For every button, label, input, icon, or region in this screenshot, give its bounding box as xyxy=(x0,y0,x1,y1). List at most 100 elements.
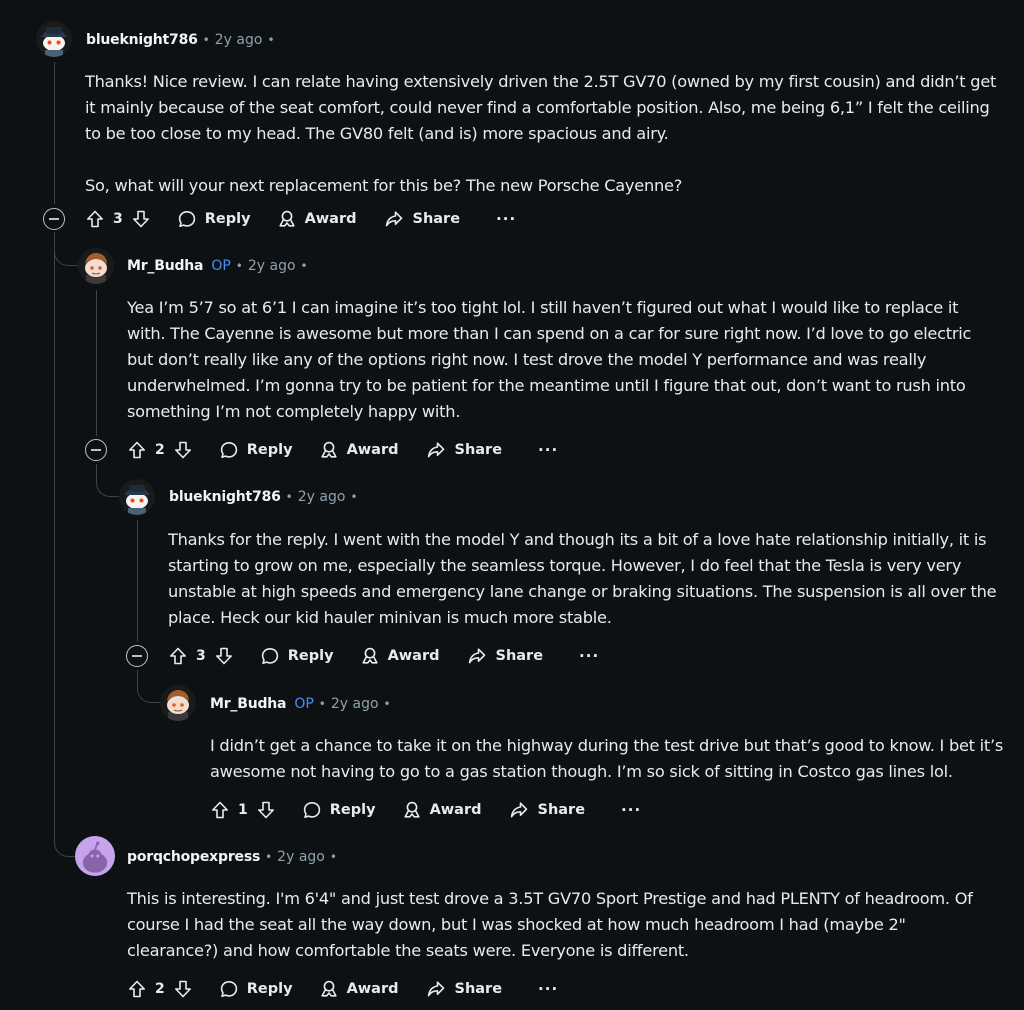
award-icon xyxy=(402,800,422,820)
collapse-icon[interactable] xyxy=(85,439,107,461)
timestamp[interactable]: 2y ago xyxy=(298,489,346,505)
upvote-icon[interactable] xyxy=(85,209,105,229)
more-options-button[interactable]: ··· xyxy=(538,980,558,998)
upvote-icon[interactable] xyxy=(168,646,188,666)
share-icon xyxy=(383,209,405,229)
share-button[interactable]: Share xyxy=(425,979,503,999)
more-options-button[interactable]: ··· xyxy=(579,647,599,665)
share-button[interactable]: Share xyxy=(425,440,503,460)
share-button[interactable]: Share xyxy=(466,646,544,666)
comment-actions: 3 Reply Award Share ··· xyxy=(43,204,516,234)
meta-separator: • xyxy=(383,697,391,711)
share-label: Share xyxy=(495,648,544,664)
upvote-icon[interactable] xyxy=(127,979,147,999)
award-button[interactable]: Award xyxy=(402,800,482,820)
reply-label: Reply xyxy=(246,981,293,997)
reply-icon xyxy=(219,979,239,999)
more-options-button[interactable]: ··· xyxy=(496,210,516,228)
downvote-icon[interactable] xyxy=(256,800,276,820)
downvote-icon[interactable] xyxy=(173,440,193,460)
share-label: Share xyxy=(537,802,586,818)
thread-line-level3-lower xyxy=(137,670,138,682)
comment-paragraph: I didn’t get a chance to take it on the … xyxy=(210,736,1004,781)
award-label: Award xyxy=(346,981,399,997)
comment-meta: blueknight786 • 2y ago • xyxy=(86,29,280,51)
avatar-icon xyxy=(78,248,114,284)
vote-group: 3 xyxy=(85,209,151,229)
vote-score: 2 xyxy=(155,981,165,997)
award-button[interactable]: Award xyxy=(319,979,399,999)
vote-group: 2 xyxy=(127,440,193,460)
avatar[interactable] xyxy=(78,248,114,284)
collapse-icon[interactable] xyxy=(126,645,148,667)
more-options-button[interactable]: ··· xyxy=(621,801,641,819)
award-button[interactable]: Award xyxy=(360,646,440,666)
vote-score: 3 xyxy=(113,211,123,227)
timestamp[interactable]: 2y ago xyxy=(331,696,379,712)
share-icon xyxy=(466,646,488,666)
vote-group: 3 xyxy=(168,646,234,666)
comment-actions: 3 Reply Award Share ··· xyxy=(126,641,599,671)
reply-icon xyxy=(177,209,197,229)
share-button[interactable]: Share xyxy=(383,209,460,229)
username[interactable]: Mr_Budha xyxy=(210,696,287,712)
reply-label: Reply xyxy=(287,648,334,664)
share-button[interactable]: Share xyxy=(508,800,586,820)
comment-paragraph: So, what will your next replacement for … xyxy=(85,176,683,195)
collapse-icon[interactable] xyxy=(43,208,65,230)
reply-button[interactable]: Reply xyxy=(260,646,334,666)
timestamp[interactable]: 2y ago xyxy=(277,849,325,865)
username[interactable]: porqchopexpress xyxy=(127,849,260,865)
timestamp[interactable]: 2y ago xyxy=(248,258,296,274)
award-label: Award xyxy=(304,211,357,227)
share-label: Share xyxy=(454,981,503,997)
vote-group: 1 xyxy=(210,800,276,820)
downvote-icon[interactable] xyxy=(173,979,193,999)
award-label: Award xyxy=(387,648,440,664)
meta-separator: • xyxy=(350,490,358,504)
downvote-icon[interactable] xyxy=(214,646,234,666)
reply-label: Reply xyxy=(204,211,251,227)
comment-actions: 2 Reply Award Share ··· xyxy=(127,974,558,1004)
timestamp[interactable]: 2y ago xyxy=(215,32,263,48)
username[interactable]: blueknight786 xyxy=(169,489,281,505)
avatar[interactable] xyxy=(119,479,155,515)
thread-branch xyxy=(54,245,79,266)
thread-line-level3 xyxy=(137,520,138,642)
reply-button[interactable]: Reply xyxy=(219,979,293,999)
reply-button[interactable]: Reply xyxy=(302,800,376,820)
avatar[interactable] xyxy=(75,836,115,876)
more-options-button[interactable]: ··· xyxy=(538,441,558,459)
vote-score: 2 xyxy=(155,442,165,458)
meta-separator: • xyxy=(235,259,243,273)
award-button[interactable]: Award xyxy=(319,440,399,460)
avatar[interactable] xyxy=(36,21,72,57)
share-icon xyxy=(508,800,530,820)
comment-body: Thanks for the reply. I went with the mo… xyxy=(168,527,1010,631)
comment-body: I didn’t get a chance to take it on the … xyxy=(210,733,1010,785)
downvote-icon[interactable] xyxy=(131,209,151,229)
reply-icon xyxy=(260,646,280,666)
avatar[interactable] xyxy=(160,685,196,721)
upvote-icon[interactable] xyxy=(127,440,147,460)
meta-separator: • xyxy=(329,850,337,864)
vote-group: 2 xyxy=(127,979,193,999)
comment-body: Yea I’m 5’7 so at 6’1 I can imagine it’s… xyxy=(127,295,997,425)
award-label: Award xyxy=(346,442,399,458)
comment-paragraph: This is interesting. I'm 6'4" and just t… xyxy=(127,889,973,960)
share-icon xyxy=(425,440,447,460)
meta-separator: • xyxy=(267,33,275,47)
avatar-icon xyxy=(160,685,196,721)
reply-button[interactable]: Reply xyxy=(219,440,293,460)
award-icon xyxy=(360,646,380,666)
username[interactable]: blueknight786 xyxy=(86,32,198,48)
share-label: Share xyxy=(454,442,503,458)
thread-branch xyxy=(137,682,162,703)
thread-branch xyxy=(96,476,121,497)
comment-meta: Mr_Budha OP • 2y ago • xyxy=(127,255,313,277)
username[interactable]: Mr_Budha xyxy=(127,258,204,274)
reply-button[interactable]: Reply xyxy=(177,209,251,229)
comment-paragraph: Thanks for the reply. I went with the mo… xyxy=(168,530,997,627)
award-button[interactable]: Award xyxy=(277,209,357,229)
upvote-icon[interactable] xyxy=(210,800,230,820)
